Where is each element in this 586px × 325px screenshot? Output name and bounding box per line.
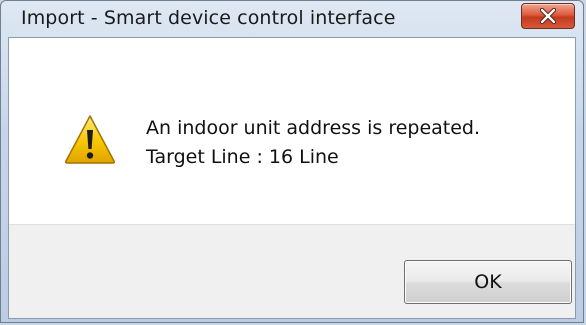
close-icon [539, 8, 557, 24]
button-area: OK [9, 224, 575, 318]
message-text-line1: An indoor unit address is repeated. [146, 117, 481, 139]
window-title: Import - Smart device control interface [21, 7, 396, 29]
dialog-client-area: An indoor unit address is repeated. Targ… [8, 37, 576, 319]
title-bar[interactable]: Import - Smart device control interface [1, 1, 583, 37]
close-button[interactable] [521, 3, 575, 29]
warning-icon [64, 115, 116, 164]
ok-button[interactable]: OK [404, 260, 572, 304]
dialog-window: Import - Smart device control interface [0, 0, 584, 323]
message-area: An indoor unit address is repeated. Targ… [9, 38, 575, 224]
message-text-line2: Target Line : 16 Line [146, 146, 339, 168]
